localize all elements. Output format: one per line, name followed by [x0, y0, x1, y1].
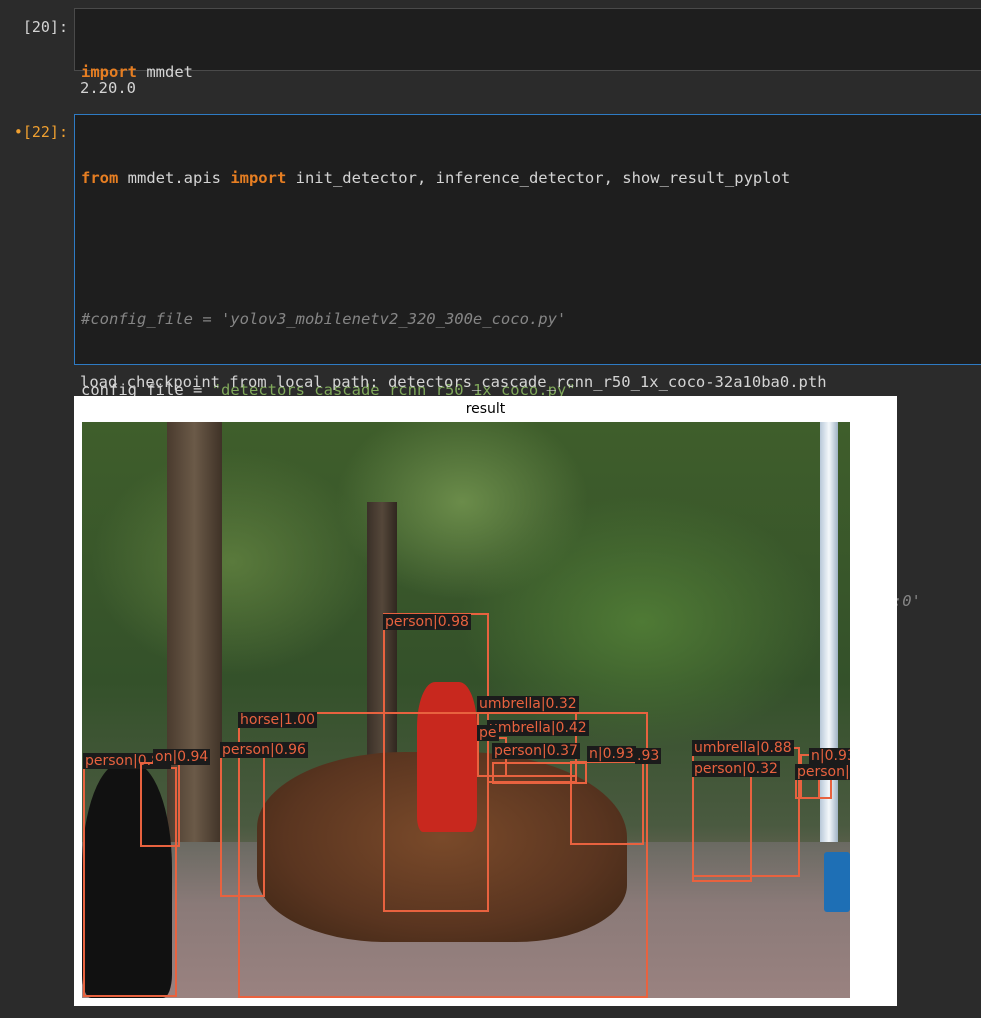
detection-label: n|0.93	[809, 748, 850, 764]
detection-box	[795, 777, 820, 799]
detection-label: person|0.96	[220, 742, 308, 758]
detection-label: .93	[635, 748, 662, 764]
detection-image: person|0.98 horse|1.00 umbrella|0.32 umb…	[82, 422, 850, 998]
detection-label: on|0.94	[153, 749, 211, 765]
code-line: import mmdet	[81, 63, 193, 81]
modified-indicator: •	[13, 123, 23, 141]
cell-output: load checkpoint from local path: detecto…	[80, 373, 827, 391]
code-line: from mmdet.apis import init_detector, in…	[81, 169, 791, 187]
detection-label: umbrella|0.42	[487, 720, 589, 736]
cell-prompt-text: [22]:	[22, 123, 68, 141]
cell-output: 2.20.0	[80, 79, 136, 97]
figure-title: result	[465, 401, 506, 417]
cell-prompt: •[22]:	[0, 121, 68, 143]
detection-label: pe	[477, 725, 499, 741]
result-figure: result person|0.98 horse|1.00 umbrella|0…	[74, 396, 897, 1006]
lamp-post	[820, 422, 838, 912]
code-cell-input[interactable]: import mmdet print(mmdet.__version__)	[74, 8, 981, 152]
detection-label: person|0.46	[795, 764, 850, 780]
code-cell-input-selected[interactable]: from mmdet.apis import init_detector, in…	[74, 114, 981, 822]
blue-post	[824, 852, 850, 912]
detection-box	[692, 772, 752, 882]
detection-label: person|0.32	[692, 761, 780, 777]
detection-box	[140, 762, 180, 847]
detection-box	[220, 752, 265, 897]
detection-label: person|0.37	[492, 743, 580, 759]
detection-label: n|0.93	[587, 746, 636, 762]
cell-prompt: [20]:	[22, 18, 68, 36]
detection-label: umbrella|0.88	[692, 740, 794, 756]
detection-box	[570, 761, 644, 845]
detection-label: umbrella|0.32	[477, 696, 579, 712]
detection-label: person|0.98	[383, 614, 471, 630]
code-line: #config_file = 'yolov3_mobilenetv2_320_3…	[81, 310, 567, 328]
detection-label: horse|1.00	[238, 712, 317, 728]
